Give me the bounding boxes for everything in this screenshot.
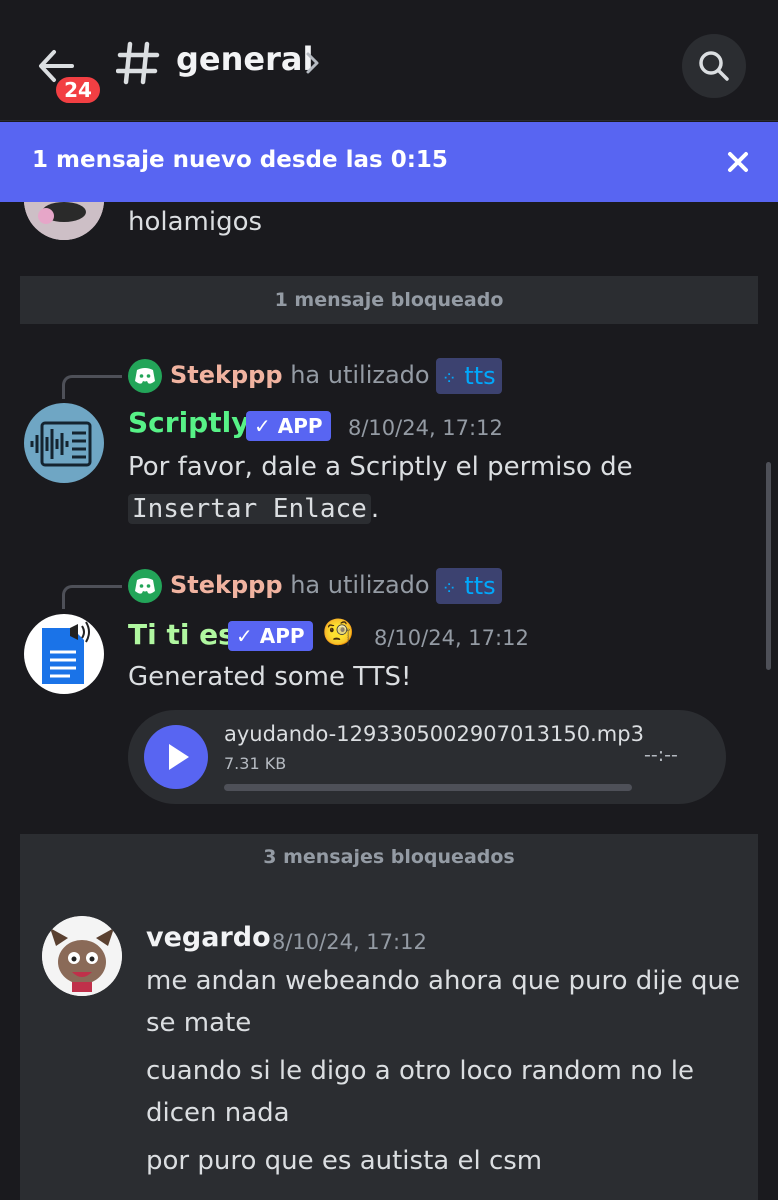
play-icon	[169, 744, 189, 770]
message-text: Por favor, dale a Scriptly el permiso de	[128, 452, 633, 482]
checkmark-icon: ✓	[254, 414, 271, 438]
command-pill[interactable]: ⁘ tts	[435, 358, 502, 394]
audio-file-size: 7.31 KB	[224, 754, 287, 773]
inline-code: Insertar Enlace	[128, 494, 371, 524]
message-timestamp: 8/10/24, 17:12	[348, 416, 503, 440]
discord-icon	[128, 359, 162, 393]
app-tag: ✓ APP	[246, 411, 331, 441]
command-pill[interactable]: ⁘ tts	[435, 568, 502, 604]
app-tag: ✓ APP	[228, 621, 313, 651]
command-user[interactable]: Stekppp	[170, 361, 283, 389]
titi-avatar[interactable]	[24, 614, 104, 694]
message-text-line2: Insertar Enlace.	[128, 494, 379, 524]
message-list[interactable]: holamigos 1 mensaje bloqueado Stekppp ha…	[0, 202, 778, 1200]
close-icon[interactable]	[718, 142, 758, 182]
audio-duration: --:--	[644, 744, 678, 766]
command-user[interactable]: Stekppp	[170, 571, 283, 599]
message-text: cuando si le digo a otro loco random no …	[146, 1056, 694, 1086]
search-icon	[699, 51, 729, 81]
message-author[interactable]: Ti ti es	[128, 618, 235, 651]
audio-progress-bar[interactable]	[224, 784, 632, 791]
message-text: Generated some TTS!	[128, 662, 412, 692]
new-messages-banner[interactable]: 1 mensaje nuevo desde las 0:15	[0, 122, 778, 202]
command-name: tts	[464, 362, 496, 390]
new-messages-text: 1 mensaje nuevo desde las 0:15	[32, 147, 448, 173]
unread-badge: 24	[53, 74, 103, 106]
discord-icon	[128, 569, 162, 603]
message-author[interactable]: Scriptly	[128, 406, 249, 439]
blocked-message-bar[interactable]: 1 mensaje bloqueado	[20, 276, 758, 324]
message-text: me andan webeando ahora que puro dije qu…	[146, 966, 740, 996]
reply-connector	[62, 585, 122, 609]
user-avatar[interactable]	[24, 202, 104, 240]
checkmark-icon: ✓	[236, 624, 253, 648]
search-button[interactable]	[682, 34, 746, 98]
channel-header: 24 general	[0, 0, 778, 121]
message-text: holamigos	[128, 207, 263, 237]
punctuation: .	[370, 494, 380, 524]
reply-connector	[62, 375, 122, 399]
scriptly-avatar[interactable]	[24, 403, 104, 483]
message-text: por puro que es autista el csm	[146, 1146, 543, 1176]
audio-file-name[interactable]: ayudando-1293305002907013150.mp3	[224, 722, 644, 746]
scrollbar[interactable]	[766, 462, 771, 670]
hash-icon	[116, 41, 160, 85]
command-context[interactable]: Stekppp ha utilizado ⁘ tts	[128, 568, 502, 604]
app-tag-label: APP	[259, 624, 305, 648]
message-timestamp: 8/10/24, 17:12	[272, 930, 427, 954]
command-name: tts	[464, 572, 496, 600]
command-used-label: ha utilizado	[290, 571, 430, 599]
message-timestamp: 8/10/24, 17:12	[374, 626, 529, 650]
command-used-label: ha utilizado	[290, 361, 430, 389]
role-emoji: 🧐	[322, 618, 355, 648]
app-tag-label: APP	[277, 414, 323, 438]
message-author[interactable]: vegardo	[146, 922, 271, 953]
channel-title[interactable]: general	[176, 40, 313, 78]
chevron-right-icon[interactable]	[304, 50, 322, 76]
blocked-messages-group: 3 mensajes bloqueados vegardo 8/10/24, 1…	[20, 834, 758, 1200]
vegardo-avatar[interactable]	[42, 916, 122, 996]
audio-attachment: ayudando-1293305002907013150.mp3 7.31 KB…	[128, 710, 726, 804]
message-text: se mate	[146, 1008, 252, 1038]
slash-icon: ⁘	[441, 368, 457, 389]
play-button[interactable]	[144, 725, 208, 789]
message-text: dicen nada	[146, 1098, 290, 1128]
blocked-messages-label[interactable]: 3 mensajes bloqueados	[20, 846, 758, 868]
slash-icon: ⁘	[441, 578, 457, 599]
command-context[interactable]: Stekppp ha utilizado ⁘ tts	[128, 358, 502, 394]
